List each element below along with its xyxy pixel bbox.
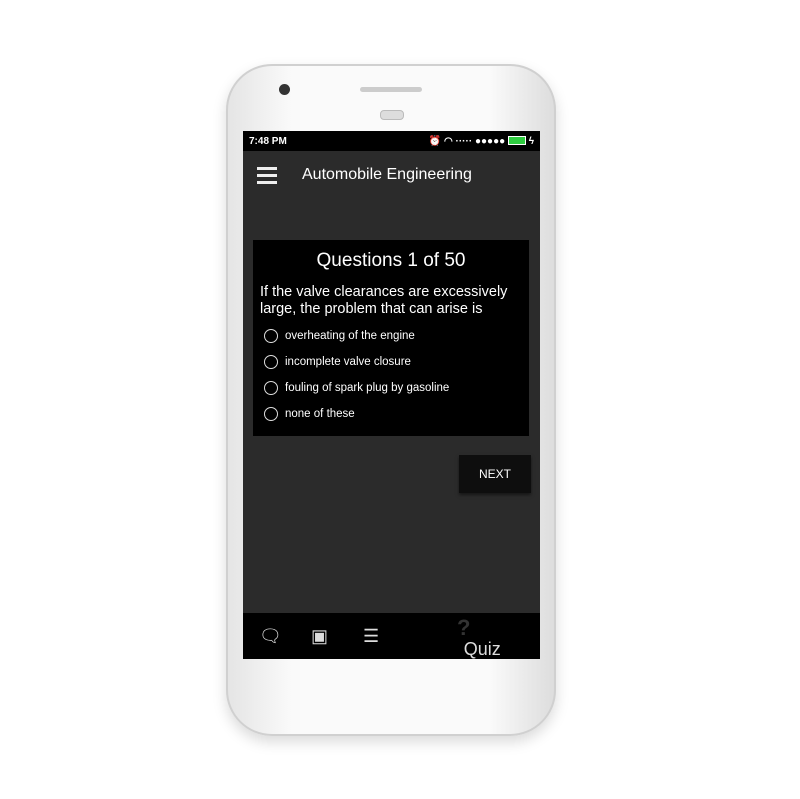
battery-icon (507, 136, 526, 146)
sensor (380, 110, 404, 120)
edit-list-icon[interactable]: ☰ (363, 626, 379, 647)
radio-icon (264, 407, 278, 421)
quiz-label: Quiz (463, 639, 501, 659)
screen: 7:48 PM ⏰ ◠ ····· ●●●●● ϟ Automobile Eng… (243, 131, 540, 659)
option-radio[interactable]: none of these (264, 406, 529, 422)
app-bar: Automobile Engineering (243, 151, 540, 199)
video-icon[interactable]: ▣ (311, 626, 328, 647)
option-radio[interactable]: fouling of spark plug by gasoline (264, 380, 529, 396)
status-time: 7:48 PM (249, 135, 287, 147)
bottom-nav: 🗨 ▣ ☰ ? Quiz (243, 613, 540, 659)
option-label: none of these (285, 408, 355, 420)
chat-notes-icon[interactable]: 🗨 (259, 626, 282, 647)
status-icons: ⏰ ◠ ····· ●●●●● ϟ (428, 135, 534, 147)
question-card: Questions 1 of 50 If the valve clearance… (253, 240, 529, 436)
status-bar: 7:48 PM ⏰ ◠ ····· ●●●●● ϟ (243, 131, 540, 151)
option-label: fouling of spark plug by gasoline (285, 382, 450, 394)
option-radio[interactable]: overheating of the engine (264, 328, 529, 344)
speaker (360, 87, 422, 92)
radio-icon (264, 381, 278, 395)
option-label: incomplete valve closure (285, 356, 411, 368)
hamburger-menu-icon[interactable] (257, 166, 277, 184)
option-radio[interactable]: incomplete valve closure (264, 354, 529, 370)
question-counter: Questions 1 of 50 (316, 250, 466, 271)
question-text: If the valve clearances are excessively … (260, 284, 508, 317)
question-mark-icon: ? (457, 615, 471, 640)
front-camera (279, 84, 290, 95)
app-title: Automobile Engineering (302, 166, 472, 183)
radio-icon (264, 355, 278, 369)
radio-icon (264, 329, 278, 343)
option-label: overheating of the engine (285, 330, 415, 342)
next-button[interactable]: NEXT (459, 455, 531, 493)
nav-quiz[interactable]: ? Quiz (457, 615, 501, 660)
